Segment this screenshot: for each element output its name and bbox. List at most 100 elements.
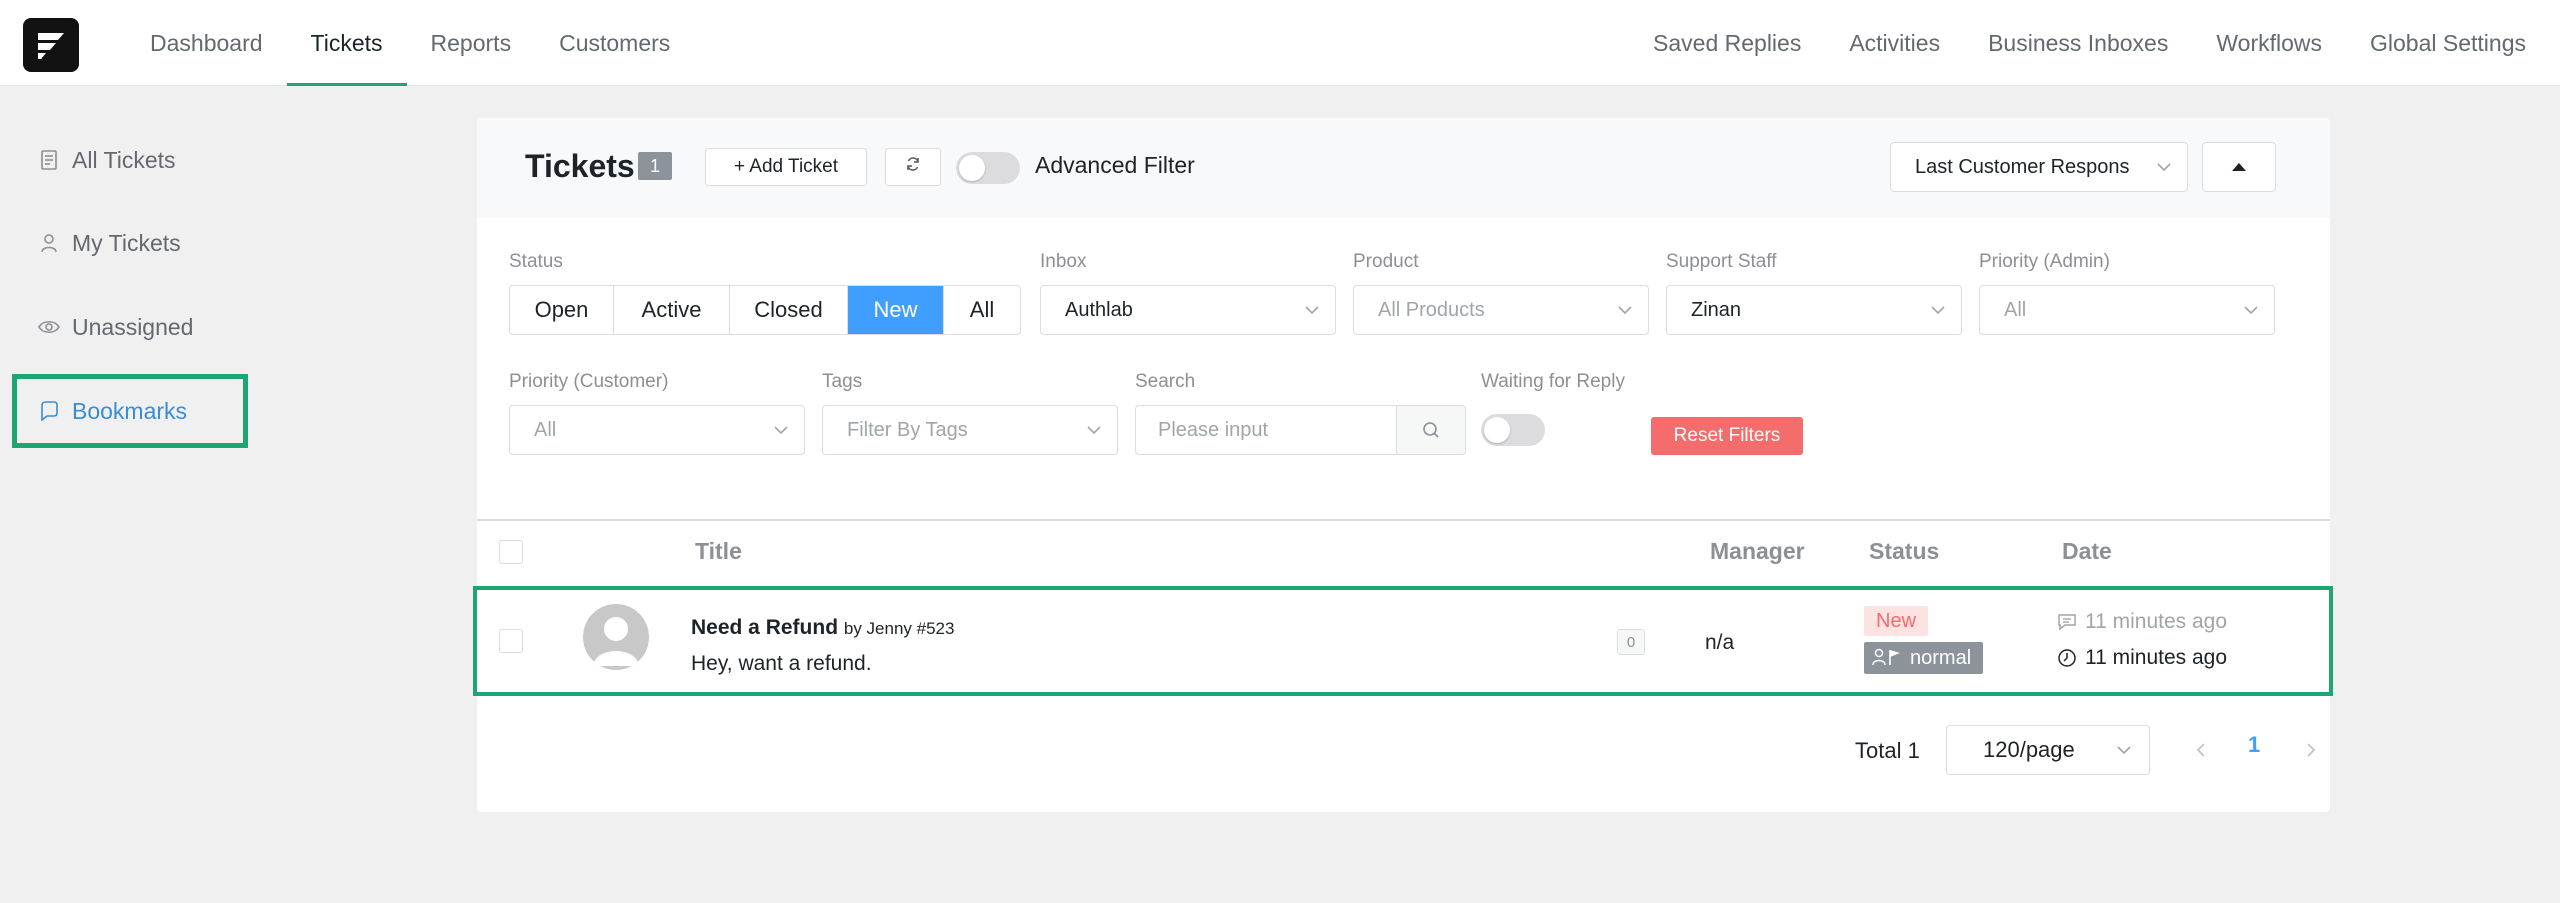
nav-business-inboxes[interactable]: Business Inboxes [1964, 0, 2192, 86]
priority-customer-select[interactable]: All [509, 405, 805, 455]
pagination-total: Total 1 [1855, 738, 1920, 763]
status-open-button[interactable]: Open [510, 286, 614, 334]
tickets-panel: Tickets 1 + Add Ticket Advanced Filter L… [473, 118, 2333, 812]
nav-saved-replies[interactable]: Saved Replies [1629, 0, 1825, 86]
inbox-value: Authlab [1065, 298, 1133, 321]
support-staff-select[interactable]: Zinan [1666, 285, 1962, 335]
priority-text: normal [1910, 646, 1972, 669]
next-page-button[interactable] [2299, 738, 2323, 762]
caret-up-icon [2232, 163, 2246, 171]
priority-admin-select[interactable]: All [1979, 285, 2275, 335]
advanced-filter-toggle[interactable] [956, 152, 1020, 184]
status-filter-label: Status [509, 251, 563, 272]
ticket-title-text: Need a Refund [691, 616, 839, 639]
chat-icon [2058, 614, 2076, 631]
priority-customer-placeholder: All [534, 418, 557, 441]
chevron-down-icon [1087, 426, 1101, 435]
chevron-right-icon [2307, 743, 2316, 757]
ticket-manager: n/a [1705, 631, 1735, 654]
priority-admin-filter-label: Priority (Admin) [1979, 251, 2110, 272]
sort-by-value: Last Customer Respons [1915, 155, 2130, 178]
chevron-down-icon [774, 426, 788, 435]
waiting-for-reply-toggle[interactable] [1481, 414, 1545, 446]
column-header-manager: Manager [1710, 538, 1805, 564]
status-new-button[interactable]: New [848, 286, 944, 334]
tags-placeholder: Filter By Tags [847, 418, 968, 441]
user-flag-icon [1872, 648, 1900, 666]
page-size-value: 120/page [1983, 737, 2075, 762]
select-all-checkbox[interactable] [499, 540, 523, 564]
clock-icon [2058, 649, 2076, 667]
priority-customer-filter-label: Priority (Customer) [509, 371, 669, 392]
add-ticket-button[interactable]: + Add Ticket [705, 148, 867, 186]
refresh-icon [905, 156, 921, 178]
nav-tickets[interactable]: Tickets [286, 0, 407, 86]
prev-page-button[interactable] [2189, 738, 2213, 762]
chevron-down-icon [2157, 163, 2171, 172]
ticket-excerpt: Hey, want a refund. [691, 652, 872, 675]
app-logo-icon[interactable] [23, 18, 79, 72]
row-checkbox[interactable] [499, 629, 523, 653]
search-icon [1423, 422, 1439, 438]
priority-badge: normal [1864, 642, 1984, 674]
page-title: Tickets [525, 148, 635, 184]
status-active-button[interactable]: Active [614, 286, 730, 334]
support-staff-filter-label: Support Staff [1666, 251, 1777, 272]
search-filter-label: Search [1135, 371, 1196, 392]
ticket-title[interactable]: Need a Refund by Jenny #523 [691, 616, 954, 640]
created-date: 11 minutes ago [2057, 646, 2227, 670]
last-response-text: 11 minutes ago [2085, 610, 2228, 633]
response-count-badge: 0 [1617, 629, 1645, 655]
product-select[interactable]: All Products [1353, 285, 1649, 335]
sidebar-item-label: My Tickets [72, 229, 181, 256]
user-icon [38, 232, 60, 254]
sort-direction-button[interactable] [2202, 142, 2276, 192]
eye-icon [38, 316, 60, 338]
advanced-filter-label: Advanced Filter [1035, 152, 1195, 178]
sidebar-item-all-tickets[interactable]: All Tickets [12, 123, 248, 197]
tags-filter-label: Tags [822, 371, 863, 392]
sidebar-item-bookmarks[interactable]: Bookmarks [12, 374, 248, 448]
nav-activities[interactable]: Activities [1825, 0, 1964, 86]
sidebar-item-label: All Tickets [72, 146, 176, 173]
column-header-date: Date [2062, 538, 2112, 564]
column-header-status: Status [1869, 538, 1940, 564]
inbox-select[interactable]: Authlab [1040, 285, 1336, 335]
search-placeholder: Please input [1158, 418, 1269, 441]
column-header-title: Title [695, 538, 742, 564]
table-row[interactable]: Need a Refund by Jenny #523 Hey, want a … [473, 586, 2333, 696]
bookmark-icon [38, 400, 60, 422]
product-filter-label: Product [1353, 251, 1419, 272]
chevron-down-icon [1931, 306, 1945, 315]
nav-workflows[interactable]: Workflows [2192, 0, 2346, 86]
tags-select[interactable]: Filter By Tags [822, 405, 1118, 455]
chevron-down-icon [2244, 306, 2258, 315]
table-divider [477, 519, 2330, 521]
created-text: 11 minutes ago [2085, 646, 2228, 669]
sidebar-item-unassigned[interactable]: Unassigned [12, 290, 248, 364]
nav-reports[interactable]: Reports [407, 0, 536, 86]
sidebar-item-my-tickets[interactable]: My Tickets [12, 206, 248, 280]
sort-by-select[interactable]: Last Customer Respons [1890, 142, 2188, 192]
sidebar: All Tickets My Tickets Unassigned Bookma… [0, 86, 260, 903]
page-size-select[interactable]: 120/page [1946, 725, 2150, 775]
page-number-button[interactable]: 1 [2248, 732, 2260, 758]
support-staff-value: Zinan [1691, 298, 1742, 321]
tickets-header: Tickets 1 + Add Ticket Advanced Filter L… [477, 118, 2330, 218]
reset-filters-button[interactable]: Reset Filters [1651, 417, 1803, 455]
sidebar-item-label: Bookmarks [72, 397, 188, 424]
nav-global-settings[interactable]: Global Settings [2346, 0, 2550, 86]
ticket-author: by Jenny #523 [843, 619, 955, 638]
refresh-button[interactable] [885, 148, 941, 186]
status-closed-button[interactable]: Closed [730, 286, 848, 334]
chevron-left-icon [2196, 743, 2205, 757]
top-navigation-bar: Dashboard Tickets Reports Customers Save… [0, 0, 2560, 86]
chevron-down-icon [1618, 306, 1632, 315]
status-filter-group: Open Active Closed New All [509, 285, 1021, 335]
search-button[interactable] [1396, 405, 1466, 455]
status-all-button[interactable]: All [944, 286, 1020, 334]
nav-dashboard[interactable]: Dashboard [126, 0, 287, 86]
nav-customers[interactable]: Customers [535, 0, 694, 86]
search-input[interactable]: Please input [1135, 405, 1397, 455]
priority-admin-placeholder: All [2004, 298, 2027, 321]
